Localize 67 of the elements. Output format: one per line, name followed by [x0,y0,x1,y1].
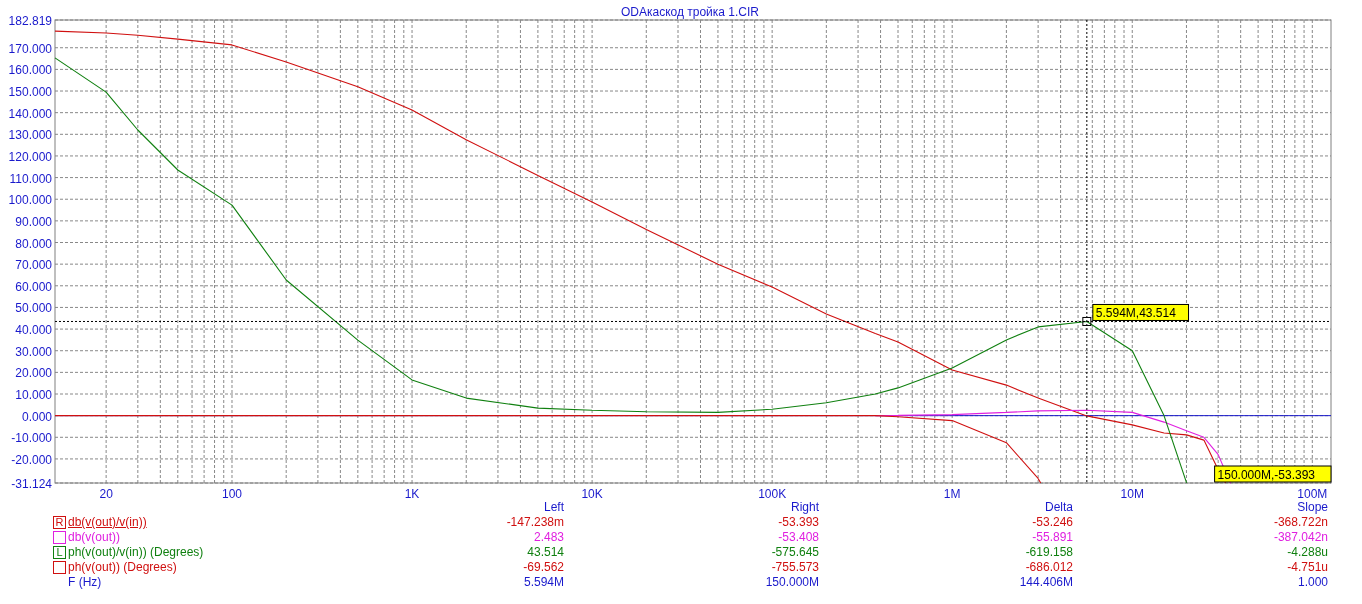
series-label[interactable]: ph(v(out)/v(in)) (Degrees) [68,545,204,560]
y-tick-label: 120.000 [8,149,52,164]
y-tick-label: 100.000 [8,193,52,208]
y-tick-label: 70.000 [15,258,52,273]
y-tick-label: 20.000 [15,366,52,381]
column-header: Delta [1044,500,1073,515]
value-cell-text: -575.645 [770,545,819,560]
y-tick-label: 140.000 [8,106,52,121]
y-tick-label: 60.000 [15,279,52,294]
x-tick-label: 100 [221,487,242,500]
y-tick-label: 0.000 [21,409,52,424]
series-label[interactable]: ph(v(out)) (Degrees) [68,560,177,575]
column-header: Slope [1296,500,1328,515]
value-cell-text: -387.042n [1272,530,1328,545]
x-tick-label: 1M [943,487,961,500]
cursor-label: 5.594M,43.514 [1092,303,1190,321]
x-tick-label: 100M [1297,487,1328,500]
value-cell-text: 2.483 [532,530,564,545]
column-header: Left [543,500,564,515]
y-tick-label: 170.000 [8,41,52,56]
x-tick-label: 1K [404,487,420,500]
value-cell-text: -53.393 [777,515,819,530]
value-cell-text: -755.573 [770,560,819,575]
cursor-label: 150.000M,-53.393 [1214,465,1332,483]
y-tick-label: 40.000 [15,323,52,338]
value-cell-text: -4.288u [1286,545,1328,560]
y-tick-label: -31.124 [11,477,52,491]
column-header: Right [790,500,819,515]
axis-marker[interactable]: L [53,546,66,559]
y-tick-label: 90.000 [15,214,52,229]
chart-title: ODAкаскод тройка 1.CIR [620,5,760,19]
axis-marker[interactable]: R [53,516,66,529]
series-label[interactable]: F (Hz) [68,575,102,590]
x-tick-label: 100K [758,487,787,500]
value-cell-text: -147.238m [505,515,564,530]
value-cell-text: -53.408 [777,530,819,545]
x-tick-label: 20 [99,487,113,500]
value-cell-text: -686.012 [1024,560,1073,575]
axis-marker[interactable] [53,531,66,544]
axis-marker[interactable] [53,561,66,574]
y-tick-label: 80.000 [15,236,52,251]
value-cell-text: -55.891 [1031,530,1073,545]
y-tick-label: 160.000 [8,63,52,78]
value-cell-text: -619.158 [1024,545,1073,560]
value-cell-text: -69.562 [522,560,564,575]
value-cell-text: 5.594M [522,575,564,590]
y-tick-label: 182.819 [8,14,52,28]
value-cell-text: 43.514 [526,545,564,560]
series-label[interactable]: db(v(out)) [68,530,120,545]
value-cell-text: -4.751u [1286,560,1328,575]
x-tick-label: 10M [1120,487,1144,500]
value-cell-text: 150.000M [764,575,819,590]
y-tick-label: 10.000 [15,388,52,402]
y-tick-label: -20.000 [11,452,52,467]
value-cell-text: -368.722n [1272,515,1328,530]
y-tick-label: 130.000 [8,128,52,143]
y-tick-label: 50.000 [15,301,52,316]
value-cell-text: -53.246 [1031,515,1073,530]
y-tick-label: 110.000 [9,171,52,186]
y-tick-label: 150.000 [8,85,52,99]
cursor-marker[interactable] [1082,316,1092,326]
value-cell-text: 1.000 [1296,575,1328,590]
y-tick-label: -10.000 [11,431,52,446]
value-cell-text: 144.406M [1018,575,1073,590]
series-label[interactable]: db(v(out)/v(in)) [68,515,147,530]
x-tick-label: 10K [581,487,603,500]
y-tick-label: 30.000 [15,344,52,359]
